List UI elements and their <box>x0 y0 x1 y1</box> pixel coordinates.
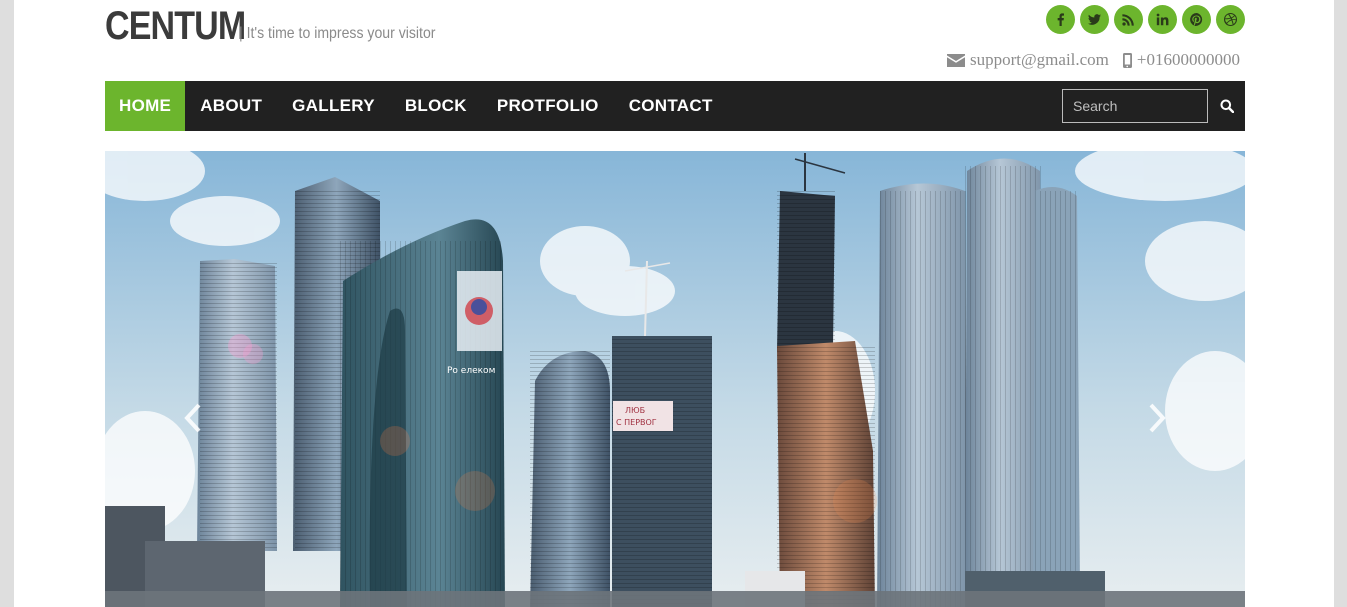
site-tagline: | It's time to impress your visitor <box>239 25 436 42</box>
nav-item-gallery[interactable]: GALLERY <box>277 81 390 131</box>
hero-slide-image: Ро елеком ЛЮБ С ПЕРВОГ <box>105 151 1245 607</box>
search-form <box>1062 81 1245 131</box>
nav-item-about[interactable]: ABOUT <box>185 81 277 131</box>
hero-slider: Ро елеком ЛЮБ С ПЕРВОГ <box>105 151 1245 607</box>
facebook-icon[interactable] <box>1046 5 1075 34</box>
tower-logo-text: Ро елеком <box>447 366 495 376</box>
nav-item-block[interactable]: BLOCK <box>390 81 482 131</box>
page: CENTUM | It's time to impress your visit… <box>14 0 1334 607</box>
linkedin-icon[interactable] <box>1148 5 1177 34</box>
envelope-icon <box>947 53 966 67</box>
social-links <box>1046 5 1245 34</box>
slider-prev-button[interactable] <box>181 401 205 435</box>
dribbble-icon[interactable] <box>1216 5 1245 34</box>
search-icon <box>1220 99 1234 113</box>
nav-item-home[interactable]: HOME <box>105 81 186 131</box>
nav-item-contact[interactable]: CONTACT <box>614 81 728 131</box>
chevron-right-icon <box>1149 403 1166 433</box>
nav-item-portfolio[interactable]: PROTFOLIO <box>482 81 614 131</box>
pinterest-icon[interactable] <box>1182 5 1211 34</box>
contact-phone[interactable]: +01600000000 <box>1122 50 1240 70</box>
billboard-text-2: С ПЕРВОГ <box>616 418 657 427</box>
rss-icon[interactable] <box>1114 5 1143 34</box>
slider-next-button[interactable] <box>1145 401 1169 435</box>
search-input[interactable] <box>1062 89 1208 123</box>
site-header: CENTUM | It's time to impress your visit… <box>105 0 1245 81</box>
contact-info: support@gmail.com +01600000000 <box>947 50 1240 70</box>
twitter-icon[interactable] <box>1080 5 1109 34</box>
search-button[interactable] <box>1208 81 1245 131</box>
billboard-text-1: ЛЮБ <box>625 406 645 415</box>
contact-email[interactable]: support@gmail.com <box>947 50 1109 70</box>
mobile-phone-icon <box>1122 52 1132 68</box>
chevron-left-icon <box>184 403 201 433</box>
contact-email-text: support@gmail.com <box>970 50 1109 69</box>
main-navigation: HOME ABOUT GALLERY BLOCK PROTFOLIO CONTA… <box>105 81 1245 131</box>
site-logo[interactable]: CENTUM <box>105 4 246 49</box>
nav-menu: HOME ABOUT GALLERY BLOCK PROTFOLIO CONTA… <box>105 81 728 131</box>
contact-phone-text: +01600000000 <box>1136 50 1240 69</box>
